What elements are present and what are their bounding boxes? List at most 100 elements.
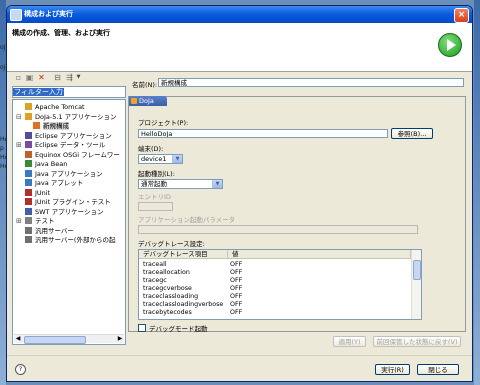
server-icon [25, 226, 32, 234]
tree-item-label: 汎用サーバー [35, 226, 74, 235]
checkbox-box[interactable] [138, 324, 146, 332]
filter-text: フィルター入力 [13, 88, 64, 96]
tree-item[interactable]: ⊞ Eclipse データ・ツール [16, 141, 105, 150]
run-button[interactable]: 実行(R) [375, 364, 410, 375]
debug-mode-label: デバッグモード起動 [149, 325, 208, 333]
config-toolbar: ▫ ▣ ✕ ⊟ ⇶ ▼ [12, 72, 126, 84]
table-row[interactable]: tracegc OFF [139, 277, 409, 285]
device-value: device1 [141, 155, 167, 163]
tree-item[interactable]: JUnit プラグイン・テスト [25, 198, 111, 207]
trace-item-cell: traceclassloadingverbose [143, 301, 224, 308]
trace-value-cell[interactable]: OFF [230, 309, 242, 317]
trace-item-cell: traceall [143, 261, 167, 268]
tree-item[interactable]: Java アプレット [25, 179, 83, 188]
trace-item-cell: tracegc [143, 277, 167, 284]
tree-item-label: 汎用サーバー(外部からの起 [35, 236, 116, 244]
trace-value-cell[interactable]: OFF [230, 285, 242, 293]
table-row[interactable]: tracegcverbose OFF [139, 285, 409, 293]
close-button[interactable]: 閉じる [417, 364, 459, 375]
debug-trace-table: デバッグトレース項目 値 traceall OFF traceallocation O… [138, 249, 422, 320]
tree-item[interactable]: SWT アプリケーション [25, 207, 103, 217]
server-external-icon [25, 236, 32, 243]
tab-label: DoJa [139, 97, 154, 105]
run-icon [438, 33, 462, 57]
column-header-value[interactable]: 値 [228, 250, 411, 259]
entry-id-field [138, 202, 173, 211]
project-label: プロジェクト(P): [138, 119, 189, 127]
app-param-field [138, 225, 418, 234]
collapse-icon[interactable]: ⊟ [16, 113, 22, 122]
launch-type-label: 起動種別(L): [138, 170, 175, 178]
chevron-down-icon: ▼ [172, 155, 182, 163]
apply-button[interactable]: 適用(Y) [333, 336, 366, 347]
revert-button[interactable]: 前回保管した状態に戻す(V) [373, 336, 461, 347]
junit-icon [25, 188, 32, 196]
debug-mode-checkbox[interactable]: デバッグモード起動 [138, 323, 208, 333]
tree-item[interactable]: Apache Tomcat [25, 103, 85, 112]
trace-item-cell: tracebytecodes [143, 309, 192, 316]
table-row[interactable]: tracebytecodes OFF [139, 309, 409, 317]
column-header-item[interactable]: デバッグトレース項目 [139, 250, 228, 259]
scroll-thumb[interactable] [24, 336, 86, 344]
delete-config-icon[interactable]: ✕ [37, 73, 46, 82]
name-field[interactable]: 新規構成 [158, 78, 464, 87]
tree-item-label: JUnit プラグイン・テスト [35, 198, 111, 206]
header-title: 構成の作成、管理、および実行 [12, 29, 110, 37]
tree-item[interactable]: Eclipse アプリケーション [25, 131, 112, 141]
table-vertical-scrollbar[interactable] [411, 250, 421, 319]
scroll-right-icon[interactable]: ▶ [116, 335, 124, 343]
new-config-icon[interactable]: ▫ [14, 73, 23, 82]
doja-tab-pane: DoJa プロジェクト(P): HelloDoJa 参照(B)... 端末(D)… [128, 96, 466, 333]
project-field[interactable]: HelloDoJa [138, 129, 388, 138]
trace-value-cell[interactable]: OFF [230, 277, 242, 285]
tree-item[interactable]: Java アプリケーション [25, 169, 103, 179]
tree-item[interactable]: ⊞ テスト [16, 217, 55, 226]
close-window-button[interactable]: × [454, 8, 469, 23]
tree-item-label: Eclipse アプリケーション [35, 131, 112, 140]
tree-item-label: Equinox OSGi フレームワー [35, 150, 120, 159]
junit-plugin-icon [25, 198, 32, 205]
applet-icon [25, 179, 32, 186]
dialog-header: 構成の作成、管理、および実行 [7, 23, 472, 72]
tree-item[interactable]: 汎用サーバー [25, 226, 74, 236]
title-bar[interactable]: 構成および実行 × [7, 6, 472, 23]
tab-doja[interactable]: DoJa [129, 96, 167, 106]
tree-item[interactable]: Equinox OSGi フレームワー [25, 150, 120, 160]
scroll-thumb[interactable] [413, 260, 421, 280]
tree-item[interactable]: 新規構成 [33, 122, 69, 131]
chevron-down-icon[interactable]: ▼ [74, 73, 83, 82]
duplicate-config-icon[interactable]: ▣ [25, 73, 34, 82]
tree-item-label: 新規構成 [43, 122, 69, 130]
trace-value-cell[interactable]: OFF [230, 269, 242, 277]
tree-item[interactable]: JUnit [25, 188, 50, 198]
tree-item-label: テスト [35, 217, 55, 225]
tree-item[interactable]: ⊟ DoJa-5.1 アプリケーション [16, 112, 117, 122]
window-title: 構成および実行 [24, 10, 73, 18]
tree-item[interactable]: 汎用サーバー(外部からの起 [25, 236, 115, 245]
tree-item-label: DoJa-5.1 アプリケーション [35, 112, 117, 121]
table-row[interactable]: traceallocation OFF [139, 269, 409, 277]
expand-icon[interactable]: ⊞ [16, 217, 22, 226]
scroll-left-icon[interactable]: ◀ [14, 335, 22, 343]
trace-item-cell: tracegcverbose [143, 285, 192, 292]
table-row[interactable]: traceall OFF [139, 261, 409, 269]
trace-value-cell[interactable]: OFF [230, 261, 242, 269]
browse-button[interactable]: 参照(B)... [391, 128, 433, 139]
chevron-down-icon: ▼ [212, 180, 222, 188]
filter-menu-icon[interactable]: ⇶ [65, 73, 74, 82]
trace-value-cell[interactable]: OFF [230, 293, 242, 301]
config-list-panel: ▫ ▣ ✕ ⊟ ⇶ ▼ フィルター入力 Apache Tomcat ⊟ DoJa-5… [12, 70, 126, 354]
help-icon[interactable]: ? [15, 364, 26, 375]
device-select[interactable]: device1 ▼ [138, 154, 183, 164]
tree-horizontal-scrollbar[interactable]: ◀ ▶ [14, 334, 124, 344]
collapse-all-icon[interactable]: ⊟ [53, 73, 62, 82]
table-row[interactable]: traceclassloadingverbose OFF [139, 301, 409, 309]
device-label: 端末(D): [138, 145, 164, 153]
expand-icon[interactable]: ⊞ [16, 141, 22, 150]
trace-value-cell[interactable]: OFF [230, 301, 242, 309]
tree-item[interactable]: Java Bean [25, 160, 67, 169]
filter-input[interactable]: フィルター入力 [12, 86, 126, 98]
run-configurations-dialog: 構成および実行 × 構成の作成、管理、および実行 ▫ ▣ ✕ ⊟ ⇶ ▼ フィル… [6, 5, 473, 382]
table-row[interactable]: traceclassloading OFF [139, 293, 409, 301]
launch-type-select[interactable]: 通常起動 ▼ [138, 179, 223, 189]
